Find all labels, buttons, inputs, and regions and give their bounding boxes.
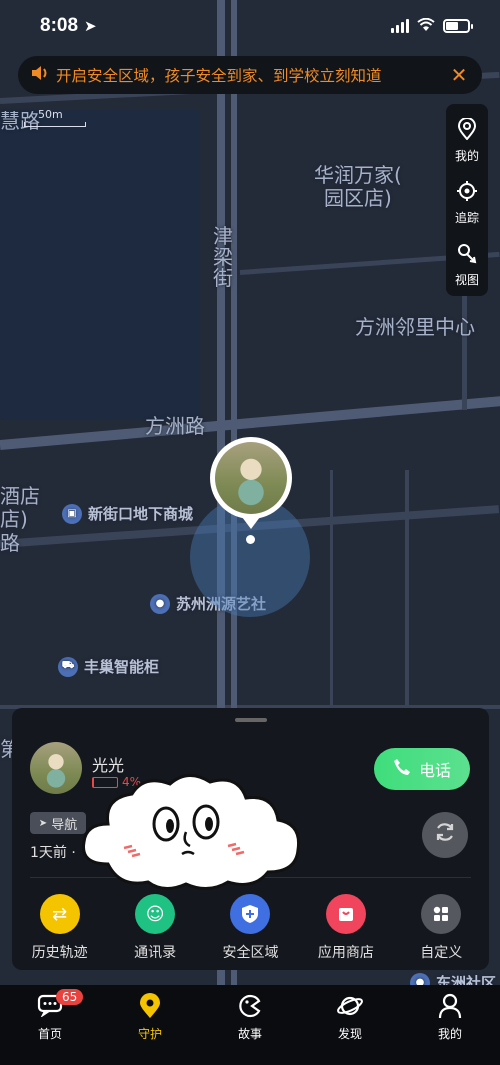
map-road: [405, 470, 409, 710]
location-dot: [246, 535, 255, 544]
quick-action-customize-label: 自定义: [420, 945, 463, 961]
shield-icon: [230, 894, 271, 934]
route-icon: ⇄: [39, 894, 80, 934]
cloud-face-icon: [82, 774, 301, 890]
safe-zone-banner[interactable]: 开启安全区域，孩子安全到家、到学校立刻知道 ✕: [18, 56, 482, 94]
quick-action-safe-zone-label: 安全区域: [222, 945, 279, 961]
quick-action-customize[interactable]: 自定义: [396, 894, 486, 962]
cellular-signal-icon: [391, 19, 409, 33]
phone-icon: [393, 758, 411, 780]
tool-view[interactable]: 视图: [455, 234, 479, 296]
poi-fengchao[interactable]: ⛟ 丰巢智能柜: [58, 656, 159, 677]
map-label-fangzhou-linli: 方洲邻里中心: [355, 315, 475, 339]
map-label-huarun-line1: 华润万家(: [314, 163, 402, 187]
map-block: [0, 110, 200, 420]
tab-home-label: 首页: [37, 1027, 62, 1041]
poi-xinjiekou[interactable]: ▣ 新街口地下商城: [62, 503, 193, 524]
grid-icon: [421, 894, 462, 934]
tab-guard-label: 守护: [137, 1027, 162, 1041]
banner-text: 开启安全区域，孩子安全到家、到学校立刻知道: [56, 67, 382, 85]
refresh-button[interactable]: [422, 812, 468, 858]
map-scale-value: 50m: [38, 108, 63, 121]
dog-photo: [30, 742, 82, 794]
status-bar: 8:08 ➤: [0, 0, 500, 52]
quick-actions: ⇄ 历史轨迹 ☺ 通讯录 安全区域 应用商店 自定义: [12, 894, 489, 962]
map-label-jinliang: 津 梁 街: [213, 226, 233, 289]
status-time-group: 8:08 ➤: [40, 15, 97, 37]
tab-home[interactable]: 65 首页: [10, 989, 90, 1065]
close-icon[interactable]: ✕: [446, 63, 472, 87]
notification-badge: 65: [56, 989, 84, 1005]
pet-location-marker[interactable]: [190, 437, 310, 617]
tab-me[interactable]: 我的: [410, 993, 490, 1065]
dog-photo: [215, 442, 287, 514]
crosshair-icon: [456, 180, 478, 205]
guard-pin-icon: [138, 993, 162, 1019]
pet-avatar[interactable]: [30, 742, 82, 794]
map-label-liang: 梁: [213, 245, 233, 269]
quick-action-app-store[interactable]: 应用商店: [301, 894, 391, 962]
tab-discover[interactable]: 发现: [310, 993, 390, 1065]
location-pin-icon: ●: [150, 593, 170, 614]
map-label-fangzhou-road: 方洲路: [145, 414, 205, 438]
map-label-lu: 路: [0, 531, 20, 555]
wifi-icon: [417, 17, 435, 36]
quick-action-contacts-label: 通讯录: [134, 945, 177, 961]
tab-guard[interactable]: 守护: [110, 993, 190, 1065]
cart-icon: ⛟: [58, 656, 78, 677]
location-pin-icon: [457, 117, 477, 143]
shopping-bag-icon: [325, 894, 366, 934]
map-label-jiudian: 酒店 店): [0, 485, 40, 531]
view-icon: [456, 242, 478, 267]
map-label-jiudian-1: 酒店: [0, 484, 40, 508]
quick-action-history-label: 历史轨迹: [31, 945, 88, 961]
tool-my-location-label: 我的: [454, 149, 479, 163]
map-label-huarun-line2: 园区店): [324, 186, 392, 210]
tool-track-label: 追踪: [454, 211, 479, 225]
map-label-jin: 津: [213, 224, 233, 248]
tool-track[interactable]: 追踪: [455, 172, 479, 234]
battery-icon: [443, 19, 473, 33]
story-icon: [237, 993, 263, 1019]
tab-story-label: 故事: [237, 1027, 262, 1041]
contacts-icon: ☺: [135, 894, 176, 934]
tool-view-label: 视图: [454, 273, 479, 287]
navigate-button-label: 导航: [51, 817, 78, 833]
map-label-jie: 街: [213, 266, 233, 290]
quick-action-safe-zone[interactable]: 安全区域: [205, 894, 295, 962]
shopping-bag-icon: ▣: [62, 503, 82, 524]
call-button[interactable]: 电话: [374, 748, 470, 790]
poi-fengchao-label: 丰巢智能柜: [84, 658, 160, 676]
map-tools: 我的 追踪 视图: [446, 104, 488, 296]
person-icon: [438, 993, 462, 1019]
tool-my-location[interactable]: 我的: [455, 110, 479, 172]
refresh-icon: [433, 820, 457, 850]
map-label-huarun: 华润万家( 园区店): [314, 164, 402, 210]
status-time: 8:08: [40, 15, 79, 36]
tab-story[interactable]: 故事: [210, 993, 290, 1065]
planet-icon: [336, 993, 364, 1019]
quick-action-contacts[interactable]: ☺ 通讯录: [110, 894, 200, 962]
speaker-icon: [30, 64, 56, 87]
map-label-jiudian-2: 店): [0, 507, 28, 531]
tab-me-label: 我的: [437, 1027, 462, 1041]
drag-handle[interactable]: [235, 718, 267, 722]
map-scale-bar: [24, 122, 86, 127]
quick-action-app-store-label: 应用商店: [317, 945, 374, 961]
navigation-arrow-icon: ➤: [38, 817, 48, 829]
map-road: [330, 470, 333, 710]
poi-xinjiekou-label: 新街口地下商城: [88, 505, 194, 523]
cloud-sticker: [78, 768, 304, 896]
tab-bar: 65 首页 守护 故事 发现 我的: [0, 985, 500, 1065]
call-button-label: 电话: [418, 761, 451, 780]
location-arrow-icon: ➤: [84, 17, 97, 35]
quick-action-history[interactable]: ⇄ 历史轨迹: [15, 894, 105, 962]
pet-avatar-bubble[interactable]: [210, 437, 292, 529]
tab-discover-label: 发现: [337, 1027, 362, 1041]
status-icons: [391, 17, 473, 36]
last-updated: 1天前 ·: [30, 845, 76, 861]
